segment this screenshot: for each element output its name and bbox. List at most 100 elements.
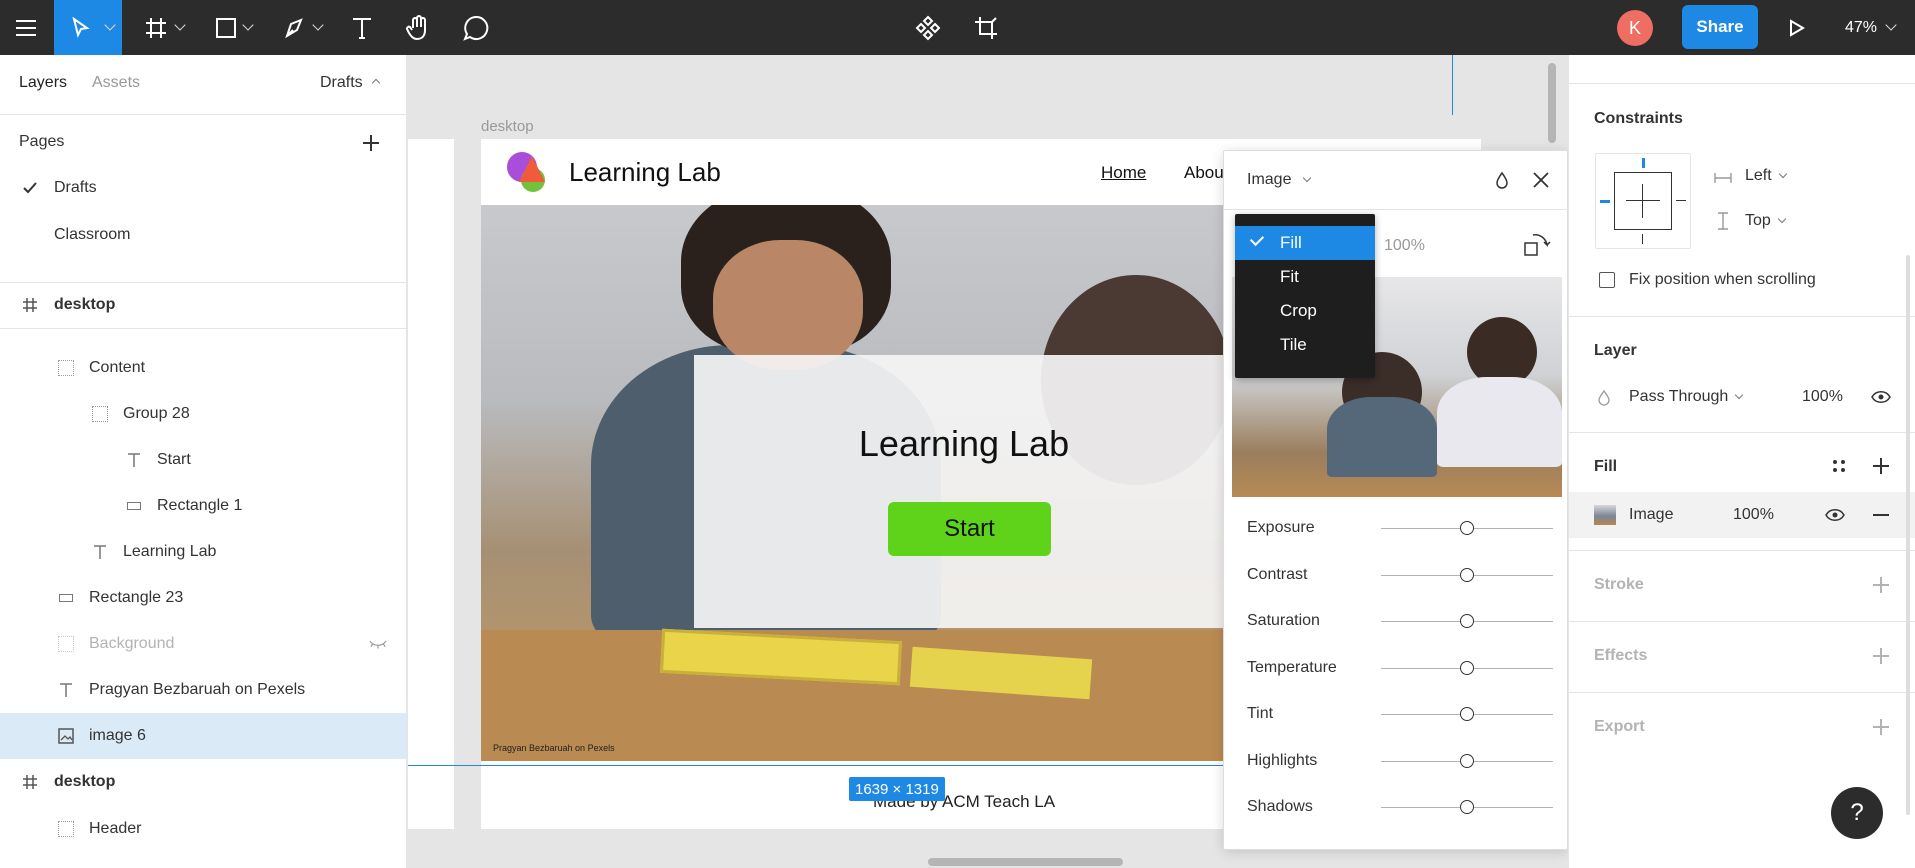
layer-content[interactable]: Content bbox=[0, 345, 407, 391]
layer-opacity[interactable]: 100% bbox=[1802, 388, 1843, 406]
site-title: Learning Lab bbox=[569, 157, 721, 187]
scale-option-fit[interactable]: Fit bbox=[1235, 260, 1375, 294]
layer-desktop-frame-2[interactable]: desktop bbox=[0, 759, 407, 805]
slider-knob[interactable] bbox=[1460, 521, 1474, 535]
close-icon[interactable] bbox=[1532, 171, 1550, 194]
frame-tool-icon[interactable] bbox=[138, 0, 188, 55]
slider-label: Contrast bbox=[1247, 565, 1308, 583]
layer-rectangle-23[interactable]: Rectangle 23 bbox=[0, 575, 407, 621]
layer-pragyan-text[interactable]: Pragyan Bezbaruah on Pexels bbox=[0, 667, 407, 713]
divider bbox=[1569, 432, 1915, 433]
pen-tool-icon[interactable] bbox=[278, 0, 328, 55]
horizontal-constraint-select[interactable]: Left bbox=[1745, 167, 1787, 185]
layer-rectangle-1[interactable]: Rectangle 1 bbox=[0, 483, 407, 529]
checkmark-icon bbox=[1249, 231, 1265, 247]
scale-option-tile[interactable]: Tile bbox=[1235, 328, 1375, 362]
image-opacity[interactable]: 100% bbox=[1384, 237, 1425, 255]
adjustment-slider-saturation[interactable]: Saturation bbox=[1224, 606, 1569, 636]
adjustment-slider-temperature[interactable]: Temperature bbox=[1224, 653, 1569, 683]
user-avatar[interactable]: K bbox=[1617, 10, 1653, 46]
adjustment-slider-shadows[interactable]: Shadows bbox=[1224, 792, 1569, 822]
styles-grid-icon[interactable] bbox=[1832, 459, 1846, 478]
add-fill-icon[interactable] bbox=[1873, 458, 1889, 474]
layer-background[interactable]: Background bbox=[0, 621, 407, 667]
move-tool-icon[interactable] bbox=[54, 0, 122, 55]
crop-icon[interactable] bbox=[966, 0, 1006, 55]
slider-knob[interactable] bbox=[1460, 567, 1474, 582]
tab-assets[interactable]: Assets bbox=[92, 74, 140, 92]
vertical-constraint-select[interactable]: Top bbox=[1745, 212, 1787, 230]
remove-fill-icon[interactable] bbox=[1873, 514, 1889, 516]
fill-type[interactable]: Image bbox=[1629, 506, 1673, 524]
fill-type-selector[interactable]: Image bbox=[1247, 171, 1312, 189]
adjustment-slider-tint[interactable]: Tint bbox=[1224, 699, 1569, 729]
page-selector[interactable]: Drafts bbox=[320, 74, 381, 92]
chevron-down-icon bbox=[1778, 169, 1787, 179]
slider-knob[interactable] bbox=[1460, 614, 1474, 628]
layer-learning-lab-text[interactable]: Learning Lab bbox=[0, 529, 407, 575]
properties-panel: Constraints Left Top Fix position when s… bbox=[1568, 55, 1915, 868]
blend-mode-select[interactable]: Pass Through bbox=[1629, 388, 1744, 406]
slider-label: Exposure bbox=[1247, 519, 1315, 536]
fill-heading: Fill bbox=[1594, 458, 1618, 475]
page-item-drafts[interactable]: Drafts bbox=[0, 165, 407, 211]
nav-about[interactable]: Abou bbox=[1184, 163, 1224, 183]
components-icon[interactable] bbox=[908, 0, 948, 55]
image-swatch[interactable] bbox=[1594, 505, 1616, 525]
hidden-eye-icon[interactable] bbox=[369, 635, 387, 653]
main-menu-icon[interactable] bbox=[0, 0, 52, 55]
layer-desktop-frame[interactable]: desktop bbox=[0, 282, 407, 328]
selection-size-badge: 1639 × 1319 bbox=[849, 777, 945, 801]
hand-tool-icon[interactable] bbox=[398, 0, 438, 55]
eye-icon[interactable] bbox=[1871, 390, 1891, 409]
comment-tool-icon[interactable] bbox=[456, 0, 496, 55]
tab-layers[interactable]: Layers bbox=[19, 74, 67, 92]
layer-start-text[interactable]: Start bbox=[0, 437, 407, 483]
constraints-widget[interactable] bbox=[1595, 153, 1691, 249]
blend-mode-value: Pass Through bbox=[1629, 388, 1729, 405]
rotate-icon[interactable] bbox=[1523, 231, 1551, 264]
slider-knob[interactable] bbox=[1460, 707, 1474, 721]
zoom-control[interactable]: 47% bbox=[1845, 0, 1897, 55]
fill-type-label: Image bbox=[1247, 171, 1292, 188]
help-button[interactable]: ? bbox=[1831, 787, 1883, 839]
reset-drop-icon[interactable] bbox=[1495, 171, 1509, 194]
add-export-icon[interactable] bbox=[1873, 719, 1889, 735]
vertical-scrollbar[interactable] bbox=[1548, 63, 1556, 143]
add-page-icon[interactable] bbox=[363, 135, 379, 151]
slider-knob[interactable] bbox=[1460, 660, 1474, 675]
vertical-constraint-icon bbox=[1717, 212, 1729, 235]
eye-icon[interactable] bbox=[1825, 508, 1845, 527]
fill-opacity[interactable]: 100% bbox=[1733, 506, 1774, 524]
add-stroke-icon[interactable] bbox=[1873, 577, 1889, 593]
scale-option-crop[interactable]: Crop bbox=[1235, 294, 1375, 328]
photo-credit: Pragyan Bezbaruah on Pexels bbox=[493, 743, 615, 753]
adjustment-slider-contrast[interactable]: Contrast bbox=[1224, 560, 1569, 590]
frame-label[interactable]: desktop bbox=[481, 118, 534, 135]
share-button[interactable]: Share bbox=[1682, 5, 1758, 49]
layer-header[interactable]: Header bbox=[0, 806, 407, 852]
slider-knob[interactable] bbox=[1460, 800, 1474, 814]
fix-position-checkbox[interactable] bbox=[1599, 272, 1615, 288]
page-item-classroom[interactable]: Classroom bbox=[0, 212, 407, 258]
scale-option-fill[interactable]: Fill bbox=[1235, 226, 1375, 260]
adjustment-slider-exposure[interactable]: Exposure bbox=[1224, 513, 1569, 543]
divider bbox=[0, 328, 407, 329]
text-tool-icon[interactable] bbox=[344, 0, 380, 55]
page-label: Drafts bbox=[54, 179, 97, 196]
present-play-icon[interactable] bbox=[1782, 0, 1812, 55]
start-button[interactable]: Start bbox=[888, 502, 1051, 556]
layer-label: Group 28 bbox=[123, 405, 190, 422]
fill-row[interactable]: Image 100% bbox=[1569, 492, 1915, 538]
shape-tool-icon[interactable] bbox=[208, 0, 258, 55]
layer-group-28[interactable]: Group 28 bbox=[0, 391, 407, 437]
slider-knob[interactable] bbox=[1460, 753, 1474, 768]
layer-label: Pragyan Bezbaruah on Pexels bbox=[89, 681, 306, 698]
nav-home[interactable]: Home bbox=[1101, 163, 1146, 183]
add-effect-icon[interactable] bbox=[1873, 648, 1889, 664]
right-panel-scrollbar[interactable] bbox=[1906, 255, 1910, 815]
horizontal-scrollbar[interactable] bbox=[928, 858, 1123, 866]
text-layer-icon bbox=[91, 543, 109, 561]
layer-image-6[interactable]: image 6 bbox=[0, 713, 407, 759]
adjustment-slider-highlights[interactable]: Highlights bbox=[1224, 746, 1569, 776]
